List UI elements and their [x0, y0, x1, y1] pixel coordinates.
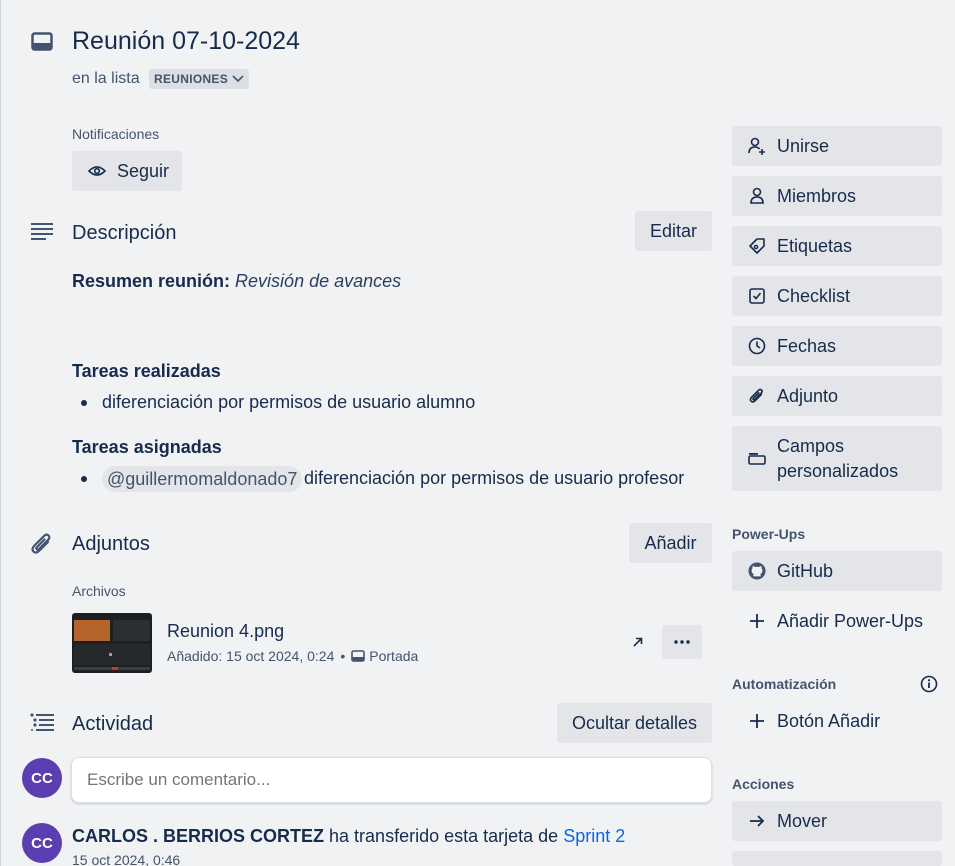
- list-selector[interactable]: REUNIONES: [149, 69, 250, 89]
- chevron-down-icon: [232, 75, 244, 83]
- meta-separator: •: [340, 648, 346, 664]
- bullet: [81, 476, 87, 482]
- checklist-label: Checklist: [777, 285, 851, 306]
- thumbnail-tile: [113, 620, 150, 641]
- activity-user[interactable]: CARLOS . BERRIOS CORTEZ: [72, 826, 324, 846]
- paperclip-icon: [748, 387, 766, 405]
- custom-fields-button[interactable]: Campos personalizados: [732, 426, 942, 491]
- members-label: Miembros: [777, 185, 857, 206]
- edit-description-button[interactable]: Editar: [635, 211, 712, 251]
- attachments-title: Adjuntos: [72, 533, 150, 555]
- eye-icon: [88, 165, 106, 177]
- description-title: Descripción: [72, 222, 177, 244]
- assigned-item: diferenciación por permisos de usuario p…: [304, 468, 685, 488]
- attachment-button[interactable]: Adjunto: [732, 376, 942, 416]
- hide-details-button[interactable]: Ocultar detalles: [557, 703, 712, 743]
- thumbnail-tile: [74, 620, 110, 641]
- add-powerups-button[interactable]: Añadir Power-Ups: [732, 601, 942, 641]
- attachment-thumbnail[interactable]: [72, 613, 152, 673]
- checkbox-icon: [748, 288, 766, 304]
- clock-icon: [748, 337, 766, 355]
- more-icon: [674, 640, 690, 644]
- follow-label: Seguir: [117, 160, 170, 181]
- user-mention[interactable]: @guillermomaldonado7: [102, 466, 303, 492]
- tag-icon: [748, 237, 766, 255]
- assigned-heading: Tareas asignadas: [72, 437, 222, 457]
- activity-link[interactable]: Sprint 2: [563, 826, 625, 846]
- card-detail-dialog: Reunión 07-10-2024 en la lista REUNIONES…: [0, 0, 955, 866]
- cover-link[interactable]: Portada: [369, 648, 418, 664]
- attachment-more-button[interactable]: [662, 625, 702, 659]
- github-button[interactable]: GitHub: [732, 551, 942, 591]
- paperclip-icon: [30, 531, 54, 557]
- join-button[interactable]: Unirse: [732, 126, 942, 166]
- bullet: [81, 400, 87, 406]
- done-item: diferenciación por permisos de usuario a…: [102, 392, 476, 412]
- github-label: GitHub: [777, 560, 834, 581]
- github-icon: [748, 561, 766, 581]
- attachment-label: Adjunto: [777, 385, 839, 406]
- attachment-meta: Añadido: 15 oct 2024, 0:24 • Portada: [167, 648, 418, 664]
- card-cover-icon: [351, 650, 366, 662]
- activity-action: ha transferido esta tarjeta de: [329, 826, 559, 846]
- avatar[interactable]: CC: [22, 823, 62, 863]
- powerups-heading: Power-Ups: [732, 526, 806, 542]
- arrow-right-icon: [748, 814, 766, 828]
- plus-icon: [748, 713, 766, 729]
- thumbnail-tile: [112, 667, 118, 670]
- labels-button[interactable]: Etiquetas: [732, 226, 942, 266]
- description-summary: Resumen reunión: Revisión de avances: [72, 271, 401, 292]
- dates-button[interactable]: Fechas: [732, 326, 942, 366]
- attachment-added: Añadido: 15 oct 2024, 0:24: [167, 648, 335, 664]
- next-action-button[interactable]: [732, 851, 942, 866]
- actions-heading: Acciones: [732, 776, 795, 792]
- join-label: Unirse: [777, 135, 830, 156]
- move-label: Mover: [777, 810, 828, 831]
- custom-fields-icon: [748, 452, 766, 466]
- list-name: REUNIONES: [154, 72, 229, 86]
- card-title[interactable]: Reunión 07-10-2024: [72, 27, 300, 56]
- notifications-label: Notificaciones: [72, 126, 160, 142]
- add-button-label: Botón Añadir: [777, 710, 881, 731]
- activity-icon: [30, 713, 54, 731]
- avatar[interactable]: CC: [22, 758, 62, 798]
- add-attachment-button[interactable]: Añadir: [629, 523, 712, 563]
- person-add-icon: [748, 137, 766, 155]
- activity-entry: CARLOS . BERRIOS CORTEZ ha transferido e…: [72, 826, 625, 847]
- activity-timestamp[interactable]: 15 oct 2024, 0:46: [72, 852, 180, 866]
- files-label: Archivos: [72, 583, 126, 599]
- comment-input[interactable]: [71, 757, 712, 803]
- card-icon: [31, 32, 53, 52]
- summary-value: Revisión de avances: [235, 271, 402, 291]
- list-prefix: en la lista: [72, 70, 140, 87]
- activity-title: Actividad: [72, 713, 154, 735]
- description-icon: [31, 222, 53, 240]
- external-link-icon[interactable]: [632, 636, 644, 648]
- automation-heading: Automatización: [732, 676, 837, 692]
- plus-icon: [748, 613, 766, 629]
- labels-label: Etiquetas: [777, 235, 853, 256]
- info-icon[interactable]: [920, 675, 938, 693]
- add-powerups-label: Añadir Power-Ups: [777, 610, 924, 631]
- attachment-name[interactable]: Reunion 4.png: [167, 621, 284, 642]
- thumbnail-tile: [109, 653, 112, 656]
- dates-label: Fechas: [777, 335, 837, 356]
- thumbnail-tile: [74, 644, 150, 665]
- members-button[interactable]: Miembros: [732, 176, 942, 216]
- move-button[interactable]: Mover: [732, 801, 942, 841]
- follow-button[interactable]: Seguir: [72, 151, 182, 191]
- add-button-button[interactable]: Botón Añadir: [732, 701, 942, 741]
- done-heading: Tareas realizadas: [72, 361, 221, 381]
- checklist-button[interactable]: Checklist: [732, 276, 942, 316]
- person-icon: [748, 187, 766, 205]
- summary-label: Resumen reunión:: [72, 271, 231, 291]
- custom-fields-label: Campos personalizados: [777, 435, 899, 481]
